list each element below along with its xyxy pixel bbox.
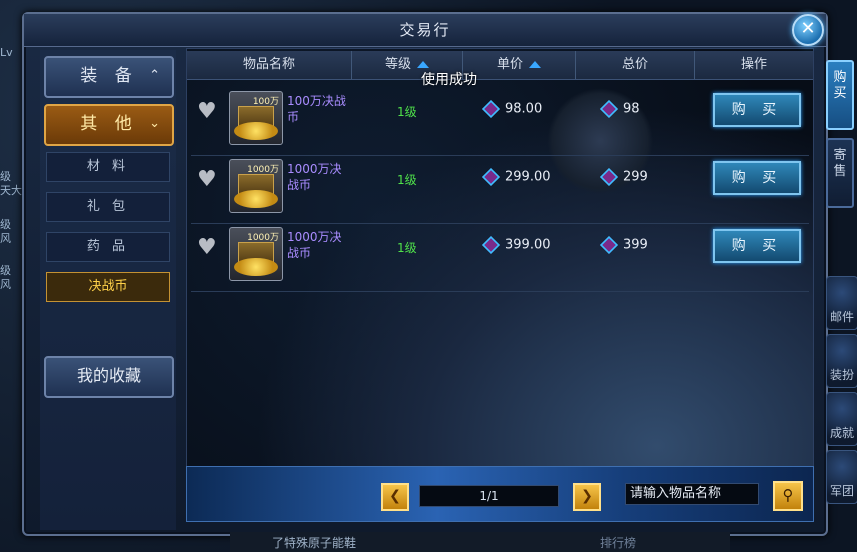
achievement-button[interactable]: 成就 xyxy=(826,392,857,446)
sort-ascending-icon xyxy=(529,61,541,68)
coin-chest-icon[interactable]: 1000万 xyxy=(229,159,283,213)
mail-button[interactable]: 邮件 xyxy=(826,276,857,330)
diamond-currency-icon xyxy=(599,167,619,187)
item-level: 1级 xyxy=(397,241,417,255)
trading-house-window: 交易行 装 备 ⌃ 其 他 ⌄ 材 料 礼 包 药 品 决战币 我的收藏 物品名… xyxy=(22,12,828,536)
favorite-heart-icon[interactable]: ♥ xyxy=(197,169,221,191)
coin-chest-icon[interactable]: 1000万 xyxy=(229,227,283,281)
category-equipment-button[interactable]: 装 备 ⌃ xyxy=(44,56,174,98)
background-text: 风 xyxy=(0,232,11,245)
total-price-value: 98 xyxy=(623,101,640,117)
item-name: 1000万决战币 xyxy=(287,162,342,192)
unit-price: 399.00 xyxy=(481,235,551,255)
item-name: 1000万决战币 xyxy=(287,230,342,260)
subcategory-potions[interactable]: 药 品 xyxy=(46,232,170,262)
header-total-price[interactable]: 总价 xyxy=(576,51,695,79)
chevron-up-icon: ⌃ xyxy=(149,68,160,83)
favorite-heart-icon[interactable]: ♥ xyxy=(197,101,221,123)
legion-label: 军团 xyxy=(829,484,854,498)
total-price: 399 xyxy=(599,235,648,255)
subcategory-battle-coins[interactable]: 决战币 xyxy=(46,272,170,302)
favorite-heart-icon[interactable]: ♥ xyxy=(197,237,221,259)
chevron-right-icon[interactable]: ❯ xyxy=(573,483,601,511)
success-toast: 使用成功 xyxy=(421,72,477,88)
unit-price-value: 299.00 xyxy=(505,169,551,185)
category-panel: 装 备 ⌃ 其 他 ⌄ 材 料 礼 包 药 品 决战币 我的收藏 xyxy=(40,50,176,530)
coins-shape xyxy=(234,122,278,140)
buy-button[interactable]: 购 买 xyxy=(713,161,801,195)
window-title: 交易行 xyxy=(24,14,826,47)
achievement-label: 成就 xyxy=(829,426,854,440)
table-row: ♥ 100万 100万决战币 1级 98.00 98 购 买 xyxy=(191,89,809,156)
subcategory-materials[interactable]: 材 料 xyxy=(46,152,170,182)
diamond-currency-icon xyxy=(481,235,501,255)
category-label: 装 备 xyxy=(80,66,138,86)
chevron-left-icon[interactable]: ❮ xyxy=(381,483,409,511)
bottom-hud-text: 排行榜 xyxy=(600,536,637,550)
chevron-down-icon: ⌄ xyxy=(149,116,160,131)
total-price-value: 399 xyxy=(623,237,648,253)
table-row: ♥ 1000万 1000万决战币 1级 399.00 399 购 买 xyxy=(191,225,809,292)
buy-button[interactable]: 购 买 xyxy=(713,229,801,263)
diamond-currency-icon xyxy=(599,99,619,119)
category-other-button[interactable]: 其 他 ⌄ xyxy=(44,104,174,146)
total-price: 299 xyxy=(599,167,648,187)
table-row: ♥ 1000万 1000万决战币 1级 299.00 299 购 买 xyxy=(191,157,809,224)
tab-buy[interactable]: 购买 xyxy=(826,60,854,130)
unit-price: 98.00 xyxy=(481,99,543,119)
item-name: 100万决战币 xyxy=(287,94,346,124)
header-item-name[interactable]: 物品名称 xyxy=(187,51,352,79)
item-search-input[interactable] xyxy=(625,483,759,505)
coins-shape xyxy=(234,190,278,208)
dressup-label: 装扮 xyxy=(829,368,854,382)
coin-chest-icon[interactable]: 100万 xyxy=(229,91,283,145)
header-action: 操作 xyxy=(740,57,767,72)
diamond-currency-icon xyxy=(481,99,501,119)
tab-consign[interactable]: 寄售 xyxy=(826,138,854,208)
my-favorites-button[interactable]: 我的收藏 xyxy=(44,356,174,398)
pagination-bar: ❮ 1/1 ❯ ⚲ xyxy=(186,466,814,522)
buy-button[interactable]: 购 买 xyxy=(713,93,801,127)
diamond-currency-icon xyxy=(481,167,501,187)
diamond-currency-icon xyxy=(599,235,619,255)
category-label: 其 他 xyxy=(80,114,138,134)
total-price: 98 xyxy=(599,99,640,119)
legion-button[interactable]: 军团 xyxy=(826,450,857,504)
close-icon[interactable]: ✕ xyxy=(792,14,824,46)
dressup-button[interactable]: 装扮 xyxy=(826,334,857,388)
unit-price: 299.00 xyxy=(481,167,551,187)
page-indicator: 1/1 xyxy=(419,485,559,507)
bottom-hud-text: 了特殊原子能鞋 xyxy=(272,536,357,550)
unit-price-value: 399.00 xyxy=(505,237,551,253)
coins-shape xyxy=(234,258,278,276)
sort-ascending-icon xyxy=(417,61,429,68)
item-level: 1级 xyxy=(397,173,417,187)
mail-label: 邮件 xyxy=(829,310,854,324)
total-price-value: 299 xyxy=(623,169,648,185)
search-icon[interactable]: ⚲ xyxy=(773,481,803,511)
listing-table: 物品名称 等级 单价 总价 操作 使用成功 ♥ 100万 100万决战币 1级 … xyxy=(186,48,814,468)
background-text: Lv xyxy=(0,46,13,59)
item-level: 1级 xyxy=(397,105,417,119)
background-text: 风 xyxy=(0,278,11,291)
unit-price-value: 98.00 xyxy=(505,101,543,117)
subcategory-gift-packs[interactable]: 礼 包 xyxy=(46,192,170,222)
